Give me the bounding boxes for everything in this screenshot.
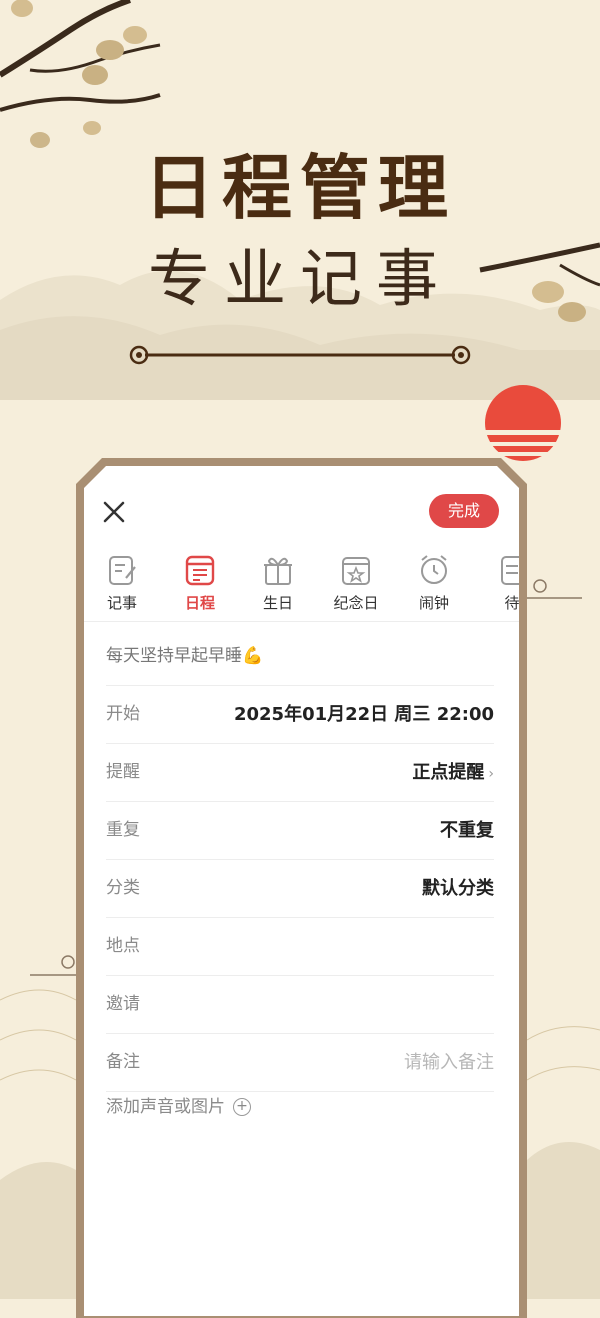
location-label: 地点: [106, 936, 140, 956]
tab-anniversary[interactable]: 纪念日: [324, 552, 388, 613]
chevron-right-icon: ›: [488, 766, 494, 782]
start-row[interactable]: 开始 2025年01月22日 周三 22:00: [106, 686, 494, 744]
todo-icon: [494, 552, 519, 588]
category-value: 默认分类: [422, 878, 494, 899]
alarm-icon: [416, 552, 452, 588]
reminder-row[interactable]: 提醒 正点提醒 ›: [106, 744, 494, 802]
tab-alarm-label: 闹钟: [418, 594, 449, 612]
event-editor: 完成 记事 日程 生日 纪念日 闹钟 待 每天坚持早起早睡💪 开始 2025年0…: [84, 466, 519, 1316]
tabs-divider: [84, 621, 519, 622]
event-title-field[interactable]: 每天坚持早起早睡💪: [106, 628, 494, 686]
tab-note[interactable]: 记事: [90, 552, 154, 613]
reminder-value: 正点提醒: [412, 762, 485, 783]
tab-todo-label: 待: [504, 594, 519, 612]
repeat-label: 重复: [106, 820, 140, 840]
tab-alarm[interactable]: 闹钟: [402, 552, 466, 613]
start-label: 开始: [106, 704, 140, 724]
gift-icon: [260, 552, 296, 588]
plus-circle-icon: +: [233, 1098, 251, 1116]
start-value: 2025年01月22日 周三 22:00: [233, 704, 494, 725]
tab-birthday-label: 生日: [262, 594, 293, 612]
calendar-icon: [182, 552, 218, 588]
type-tabs: 记事 日程 生日 纪念日 闹钟 待: [84, 552, 519, 616]
tab-note-label: 记事: [106, 594, 137, 612]
note-label: 备注: [106, 1052, 140, 1072]
note-input[interactable]: 请输入备注: [404, 1034, 494, 1091]
category-row[interactable]: 分类 默认分类: [106, 860, 494, 918]
promo-subtitle: 专业记事: [147, 242, 452, 315]
repeat-value: 不重复: [440, 820, 494, 841]
invite-label: 邀请: [106, 994, 140, 1014]
reminder-label: 提醒: [106, 762, 140, 782]
tab-anniversary-label: 纪念日: [333, 594, 379, 612]
reminder-value-wrap: 正点提醒 ›: [412, 744, 494, 803]
promo-title: 日程管理: [144, 146, 456, 229]
invite-row[interactable]: 邀请: [106, 976, 494, 1034]
note-row[interactable]: 备注 请输入备注: [106, 1034, 494, 1092]
close-icon[interactable]: [100, 498, 128, 526]
tab-schedule[interactable]: 日程: [168, 552, 232, 613]
tab-birthday[interactable]: 生日: [246, 552, 310, 613]
done-button[interactable]: 完成: [429, 494, 499, 528]
location-row[interactable]: 地点: [106, 918, 494, 976]
repeat-row[interactable]: 重复 不重复: [106, 802, 494, 860]
add-media-label: 添加声音或图片: [106, 1097, 225, 1117]
tab-schedule-label: 日程: [184, 594, 215, 612]
anniversary-icon: [338, 552, 374, 588]
category-label: 分类: [106, 878, 140, 898]
tab-todo[interactable]: 待: [480, 552, 519, 613]
note-icon: [104, 552, 140, 588]
event-title-text: 每天坚持早起早睡💪: [106, 646, 264, 666]
add-media-button[interactable]: 添加声音或图片 +: [106, 1094, 251, 1120]
